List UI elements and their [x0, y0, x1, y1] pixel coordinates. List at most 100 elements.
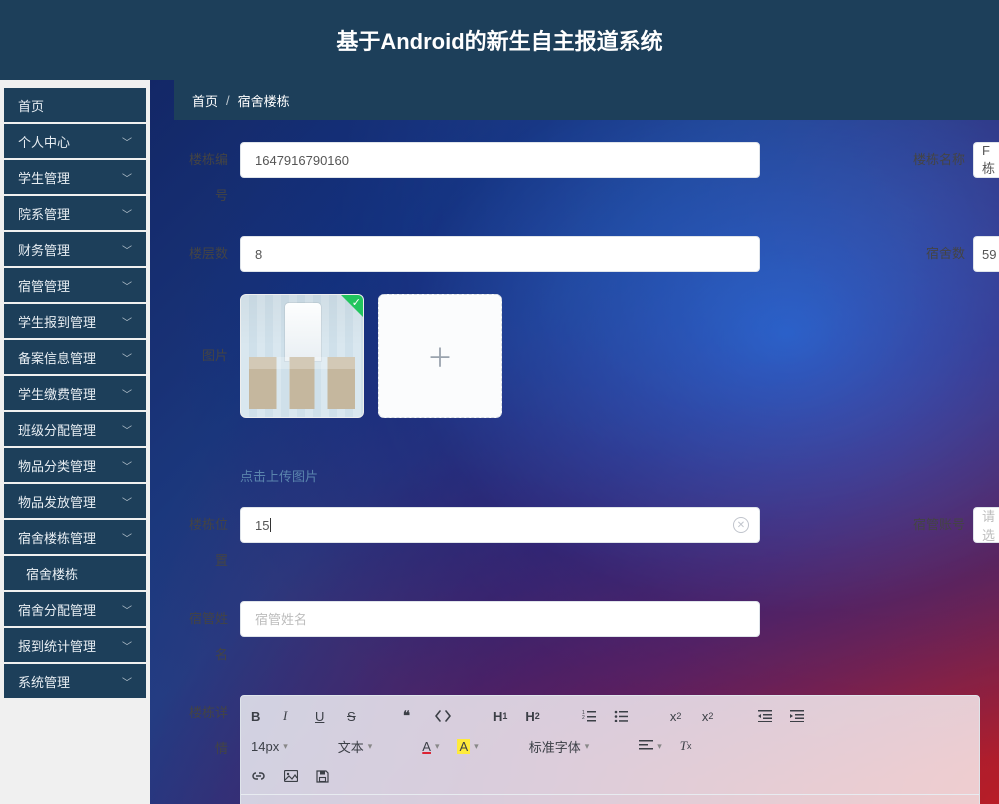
- sidebar-item-label: 宿管管理: [18, 276, 70, 295]
- sidebar-item-label: 系统管理: [18, 672, 70, 691]
- location-field-value: 15: [255, 518, 269, 533]
- image-thumbnail[interactable]: ✓: [240, 294, 364, 418]
- sidebar-item[interactable]: 学生报到管理 ﹀: [4, 304, 146, 338]
- chevron-down-icon: ﹀: [122, 278, 132, 293]
- sidebar-item[interactable]: 宿舍楼栋管理﹀: [4, 520, 146, 554]
- chevron-down-icon: ﹀: [122, 242, 132, 257]
- label-building-no: 楼栋编号: [178, 142, 240, 214]
- app-header: 基于Android的新生自主报道系统: [0, 0, 999, 80]
- sidebar-item[interactable]: 学生管理 ﹀: [4, 160, 146, 194]
- editor-body[interactable]: [241, 795, 979, 804]
- input-keeper-name[interactable]: [240, 601, 760, 637]
- h1-button[interactable]: H1: [493, 709, 507, 724]
- clear-icon[interactable]: ✕: [733, 517, 749, 533]
- sidebar-item[interactable]: 首页: [4, 88, 146, 122]
- sidebar-item-label: 宿舍分配管理: [18, 600, 96, 619]
- sidebar-item[interactable]: 物品分类管理 ﹀: [4, 448, 146, 482]
- input-keeper-account[interactable]: 请选: [973, 507, 999, 543]
- label-details: 楼栋详情: [178, 695, 240, 767]
- floors-field[interactable]: [255, 247, 745, 262]
- clear-format-button[interactable]: Tx: [680, 738, 694, 754]
- sidebar-item[interactable]: 宿管管理 ﹀: [4, 268, 146, 302]
- strike-button[interactable]: S: [347, 709, 361, 724]
- image-add-button[interactable]: ＋: [378, 294, 502, 418]
- sidebar-item[interactable]: 系统管理 ﹀: [4, 664, 146, 698]
- indent-button[interactable]: [790, 710, 804, 722]
- sidebar-item-label: 学生报到管理: [18, 312, 96, 331]
- bold-button[interactable]: B: [251, 709, 265, 724]
- sidebar-item[interactable]: 学生缴费管理﹀: [4, 376, 146, 410]
- sidebar-item-label: 学生管理: [18, 168, 70, 187]
- code-button[interactable]: [435, 710, 451, 722]
- input-floors[interactable]: [240, 236, 760, 272]
- h2-button[interactable]: H2: [525, 709, 539, 724]
- sidebar-item-label: 班级分配管理: [18, 420, 96, 439]
- breadcrumb: 首页 / 宿舍楼栋: [174, 80, 999, 120]
- chevron-down-icon: ﹀: [122, 602, 132, 617]
- chevron-down-icon: ﹀: [122, 350, 132, 365]
- sidebar-item-label: 财务管理: [18, 240, 70, 259]
- building-no-field[interactable]: [255, 153, 745, 168]
- sidebar-subitem[interactable]: 宿舍楼栋: [4, 556, 146, 590]
- input-building-name[interactable]: F栋: [973, 142, 999, 178]
- label-location: 楼栋位置: [178, 507, 240, 579]
- chevron-down-icon: ﹀: [122, 674, 132, 689]
- chevron-down-icon: ﹀: [122, 530, 132, 545]
- sidebar-item[interactable]: 院系管理 ﹀: [4, 196, 146, 230]
- superscript-button[interactable]: x2: [702, 709, 716, 724]
- text-select[interactable]: 文本▾: [338, 737, 373, 756]
- chevron-down-icon: ﹀: [122, 422, 132, 437]
- link-icon[interactable]: [251, 770, 266, 782]
- label-keeper-name: 宿管姓名: [178, 601, 240, 673]
- keeper-name-field[interactable]: [255, 612, 745, 627]
- sidebar: 首页个人中心﹀学生管理﹀院系管理﹀财务管理﹀宿管管理﹀学生报到管理﹀备案信息管理…: [0, 80, 150, 804]
- chevron-down-icon: ﹀: [122, 206, 132, 221]
- breadcrumb-sep: /: [226, 93, 230, 108]
- chevron-down-icon: ﹀: [122, 458, 132, 473]
- app-title: 基于Android的新生自主报道系统: [336, 24, 662, 56]
- align-button[interactable]: ▾: [639, 740, 662, 752]
- font-family-select[interactable]: 标准字体▾: [529, 737, 590, 756]
- sidebar-item-label: 物品发放管理: [18, 492, 96, 511]
- ol-button[interactable]: 12: [582, 710, 596, 722]
- breadcrumb-home[interactable]: 首页: [192, 91, 218, 110]
- input-location[interactable]: 15 ✕: [240, 507, 760, 543]
- text-cursor: [270, 518, 271, 532]
- label-floors: 楼层数: [178, 236, 240, 272]
- ul-button[interactable]: [614, 710, 628, 722]
- image-icon[interactable]: [284, 770, 298, 782]
- chevron-down-icon: ﹀: [122, 314, 132, 329]
- chevron-down-icon: ﹀: [122, 494, 132, 509]
- subscript-button[interactable]: x2: [670, 709, 684, 724]
- sidebar-item[interactable]: 班级分配管理 ﹀: [4, 412, 146, 446]
- input-rooms[interactable]: 59: [973, 236, 999, 272]
- sidebar-item[interactable]: 物品发放管理 ﹀: [4, 484, 146, 518]
- breadcrumb-current: 宿舍楼栋: [238, 91, 290, 110]
- underline-button[interactable]: U: [315, 709, 329, 724]
- sidebar-item-label: 首页: [18, 96, 44, 115]
- save-icon[interactable]: [316, 770, 330, 783]
- sidebar-item-label: 个人中心: [18, 132, 70, 151]
- sidebar-item[interactable]: 备案信息管理 ﹀: [4, 340, 146, 374]
- upload-tip[interactable]: 点击上传图片: [240, 466, 760, 485]
- label-keeper-account: 宿管账号: [913, 507, 973, 543]
- sidebar-item[interactable]: 个人中心 ﹀: [4, 124, 146, 158]
- sidebar-item[interactable]: 宿舍分配管理 ﹀: [4, 592, 146, 626]
- sidebar-item[interactable]: 报到统计管理﹀: [4, 628, 146, 662]
- bg-color-button[interactable]: A▾: [457, 739, 478, 754]
- font-color-button[interactable]: A▾: [422, 739, 439, 754]
- italic-button[interactable]: I: [283, 708, 297, 724]
- chevron-down-icon: ﹀: [122, 638, 132, 653]
- font-size-select[interactable]: 14px▾: [251, 739, 288, 754]
- label-building-name: 楼栋名称: [913, 142, 973, 178]
- sidebar-item-label: 备案信息管理: [18, 348, 96, 367]
- outdent-button[interactable]: [758, 710, 772, 722]
- chevron-down-icon: ﹀: [122, 134, 132, 149]
- input-building-no[interactable]: [240, 142, 760, 178]
- label-image: 图片: [178, 294, 240, 418]
- quote-button[interactable]: ❝: [403, 708, 417, 724]
- sidebar-item[interactable]: 财务管理 ﹀: [4, 232, 146, 266]
- sidebar-item-label: 院系管理: [18, 204, 70, 223]
- sidebar-item-label: 物品分类管理: [18, 456, 96, 475]
- chevron-down-icon: ﹀: [122, 170, 132, 185]
